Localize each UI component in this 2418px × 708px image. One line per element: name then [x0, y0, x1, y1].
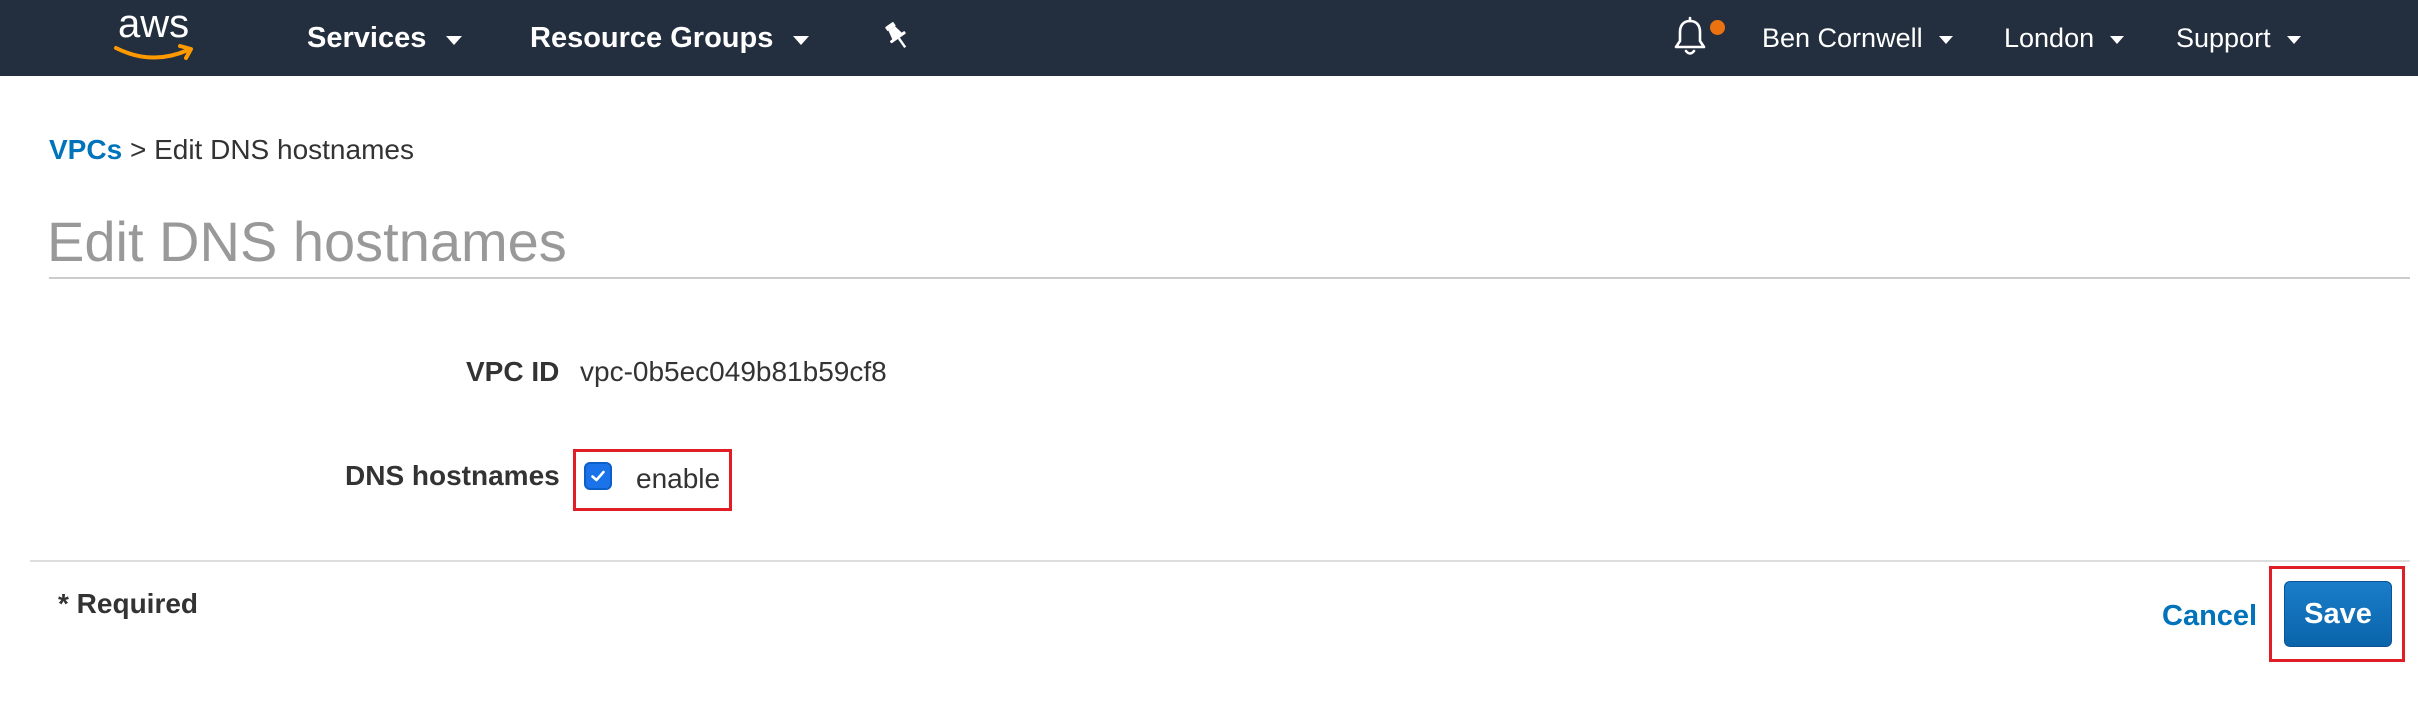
- resource-groups-label: Resource Groups: [530, 21, 774, 54]
- title-divider: [49, 277, 2410, 279]
- checkmark-icon: [591, 470, 605, 482]
- breadcrumb-vpcs-link[interactable]: VPCs: [49, 134, 122, 165]
- page-title: Edit DNS hostnames: [47, 210, 567, 273]
- vpc-id-value: vpc-0b5ec049b81b59cf8: [580, 356, 887, 387]
- support-label: Support: [2176, 22, 2271, 53]
- chevron-down-icon: [1938, 36, 1953, 44]
- required-note: * Required: [58, 588, 199, 619]
- aws-logo-text: aws: [118, 2, 190, 46]
- dns-hostnames-checkbox[interactable]: [584, 462, 612, 490]
- aws-logo[interactable]: aws: [110, 2, 202, 62]
- chevron-down-icon: [2286, 36, 2301, 44]
- resource-groups-menu[interactable]: Resource Groups: [530, 0, 810, 76]
- breadcrumb: VPCs > Edit DNS hostnames: [49, 134, 414, 166]
- dns-hostnames-option-label[interactable]: enable: [636, 463, 720, 495]
- user-name-label: Ben Cornwell: [1762, 22, 1923, 53]
- services-menu[interactable]: Services: [307, 0, 463, 76]
- save-button[interactable]: Save: [2284, 581, 2392, 647]
- aws-smile-icon: [114, 44, 193, 60]
- services-label: Services: [307, 21, 427, 54]
- footer-divider: [30, 560, 2410, 562]
- bell-icon[interactable]: [1672, 16, 1708, 58]
- top-navigation-bar: aws Services Resource Groups Ben Cornwel…: [0, 0, 2418, 76]
- region-menu[interactable]: London: [2004, 0, 2125, 76]
- pin-icon[interactable]: [882, 20, 912, 52]
- cancel-button[interactable]: Cancel: [2162, 600, 2257, 633]
- region-label: London: [2004, 22, 2095, 53]
- notification-dot: [1710, 20, 1725, 35]
- vpc-id-label: VPC ID: [466, 356, 560, 387]
- breadcrumb-separator: >: [129, 134, 147, 165]
- support-menu[interactable]: Support: [2176, 0, 2301, 76]
- breadcrumb-current: Edit DNS hostnames: [154, 134, 414, 165]
- user-menu[interactable]: Ben Cornwell: [1762, 0, 1953, 76]
- chevron-down-icon: [2110, 36, 2125, 44]
- chevron-down-icon: [446, 35, 463, 45]
- chevron-down-icon: [793, 35, 810, 45]
- dns-hostnames-label: DNS hostnames: [345, 460, 560, 491]
